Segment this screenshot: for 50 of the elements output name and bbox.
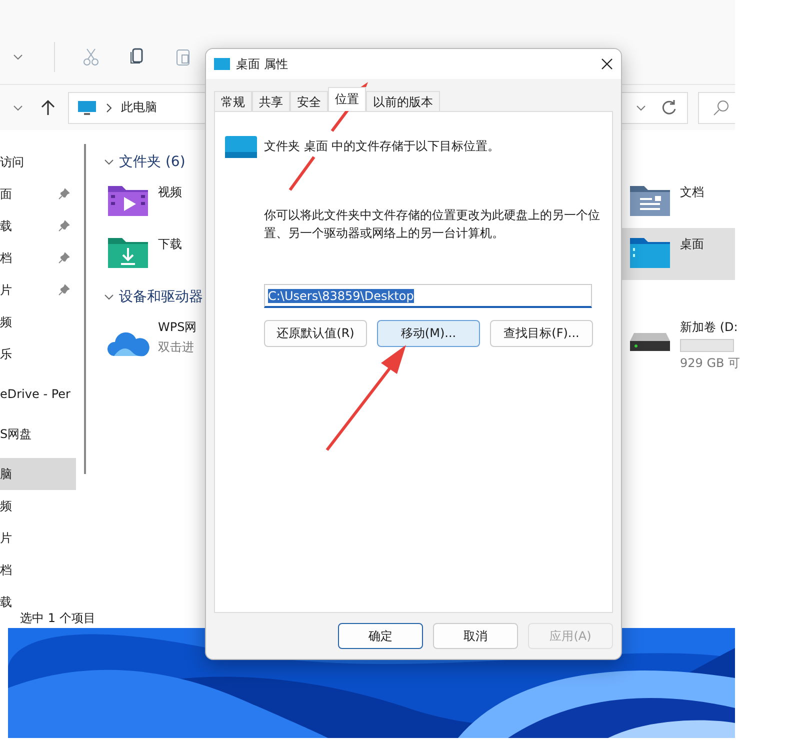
action-button[interactable]: 还原默认值(R) <box>264 320 367 347</box>
file-item[interactable]: 桌面 <box>622 228 735 280</box>
item-detail: 929 GB 可 <box>680 355 740 372</box>
path-field[interactable]: C:\Users\83859\Desktop <box>264 284 592 308</box>
action-button[interactable]: 查找目标(F)... <box>490 320 593 347</box>
folder-icon <box>214 58 230 70</box>
tab[interactable]: 以前的版本 <box>366 91 440 113</box>
dialog-button[interactable]: 确定 <box>338 623 423 649</box>
chevron-icon[interactable] <box>104 158 114 166</box>
action-button[interactable]: 移动(M)... <box>377 320 480 347</box>
chevron-icon <box>105 102 113 112</box>
sidebar-item[interactable]: 片 <box>0 522 76 554</box>
storage-bar <box>680 339 734 352</box>
sidebar-item[interactable]: 档 <box>0 554 76 586</box>
drive-icon <box>628 332 672 352</box>
search-icon <box>711 98 731 118</box>
description: 你可以将此文件夹中文件存储的位置更改为此硬盘上的另一个位置、另一个驱动器或网络上的另一台计算机。 <box>264 207 600 242</box>
sidebar-item[interactable]: 访问 <box>0 146 76 178</box>
file-item[interactable]: 文档 <box>622 176 735 228</box>
tab[interactable]: 共享 <box>252 91 290 113</box>
sidebar-item[interactable]: 片 <box>0 274 76 306</box>
sidebar-item[interactable]: 乐 <box>0 338 76 370</box>
dialog-title: 桌面 属性 <box>236 56 289 72</box>
sidebar-item[interactable]: 载 <box>0 210 76 242</box>
item-detail: 双击进 <box>158 339 195 356</box>
tab[interactable]: 位置 <box>328 87 366 111</box>
sidebar-item[interactable]: 载 <box>0 586 76 608</box>
sidebar-item[interactable]: eDrive - Per <box>0 378 76 410</box>
close-icon[interactable] <box>601 58 613 70</box>
sidebar-item[interactable]: 频 <box>0 490 76 522</box>
folder-icon <box>225 134 257 158</box>
section-heading: 文件夹 (6) <box>119 153 186 171</box>
scissors-icon[interactable] <box>81 47 101 67</box>
tab[interactable]: 安全 <box>290 91 328 113</box>
sidebar-item[interactable]: 档 <box>0 242 76 274</box>
status-text: 选中 1 个项目 <box>20 610 96 626</box>
sidebar-item[interactable]: 频 <box>0 306 76 338</box>
file-item[interactable]: 视频 <box>100 176 220 228</box>
chevron-icon[interactable] <box>104 293 114 301</box>
section-heading: 设备和驱动器 <box>119 288 203 306</box>
scrollbar[interactable] <box>84 144 86 474</box>
tab[interactable]: 常规 <box>214 91 252 113</box>
sidebar-item[interactable]: S网盘 <box>0 418 76 450</box>
sidebar-item[interactable]: 脑 <box>0 458 76 490</box>
dialog-button[interactable]: 取消 <box>433 623 518 649</box>
file-item[interactable]: 下载 <box>100 228 220 280</box>
sidebar-item[interactable]: 面 <box>0 178 76 210</box>
location-note: 文件夹 桌面 中的文件存储于以下目标位置。 <box>264 138 500 154</box>
search-field[interactable] <box>698 92 735 124</box>
file-item[interactable]: WPS网 双击进 <box>100 311 220 376</box>
